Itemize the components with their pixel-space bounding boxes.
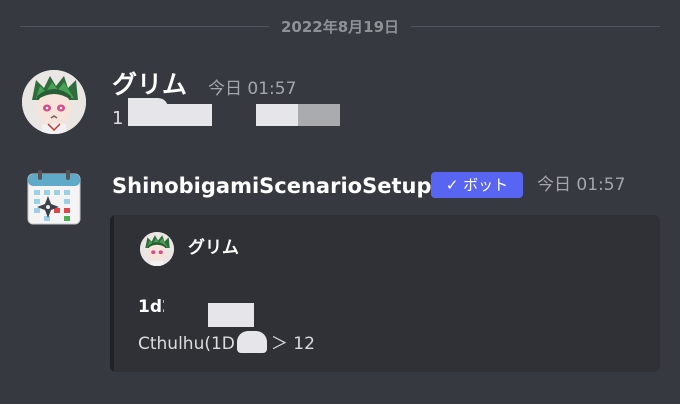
embed-result-right: ＞ 12 <box>270 334 315 354</box>
embed-card: グリム 1d2 Cthulhu(1D ＞ 12 <box>110 215 660 372</box>
redaction-block <box>298 104 340 126</box>
anime-character-avatar-icon <box>140 232 174 266</box>
message2-author[interactable]: ShinobigamiScenarioSetup <box>112 172 431 200</box>
anime-character-avatar-icon <box>22 70 86 134</box>
redaction-block <box>208 303 254 327</box>
message1-content: 1 <box>112 108 124 129</box>
embed-author-name[interactable]: グリム <box>188 235 239 261</box>
message1-author[interactable]: グリム <box>112 70 187 100</box>
embed-author-avatar <box>140 232 174 266</box>
date-divider: 2022年8月19日 <box>20 14 660 38</box>
redaction-block <box>128 98 168 108</box>
embed-color-bar <box>110 215 114 372</box>
bot-avatar[interactable] <box>22 166 86 230</box>
message1-timestamp: 今日 01:57 <box>208 79 297 99</box>
user-avatar[interactable] <box>22 70 86 134</box>
redaction-inline <box>236 331 267 353</box>
date-divider-text: 2022年8月19日 <box>280 17 400 36</box>
redaction-block <box>256 104 298 126</box>
redaction-block <box>164 295 174 317</box>
embed-dice-result: Cthulhu(1D ＞ 12 <box>138 331 315 357</box>
divider-line-left <box>20 25 269 27</box>
calendar-shuriken-app-icon <box>27 170 81 225</box>
message2-timestamp: 今日 01:57 <box>537 175 626 195</box>
embed-result-left: Cthulhu(1D <box>138 334 235 354</box>
divider-line-right <box>411 25 660 27</box>
bot-tag: ✓ ボット <box>431 172 523 198</box>
